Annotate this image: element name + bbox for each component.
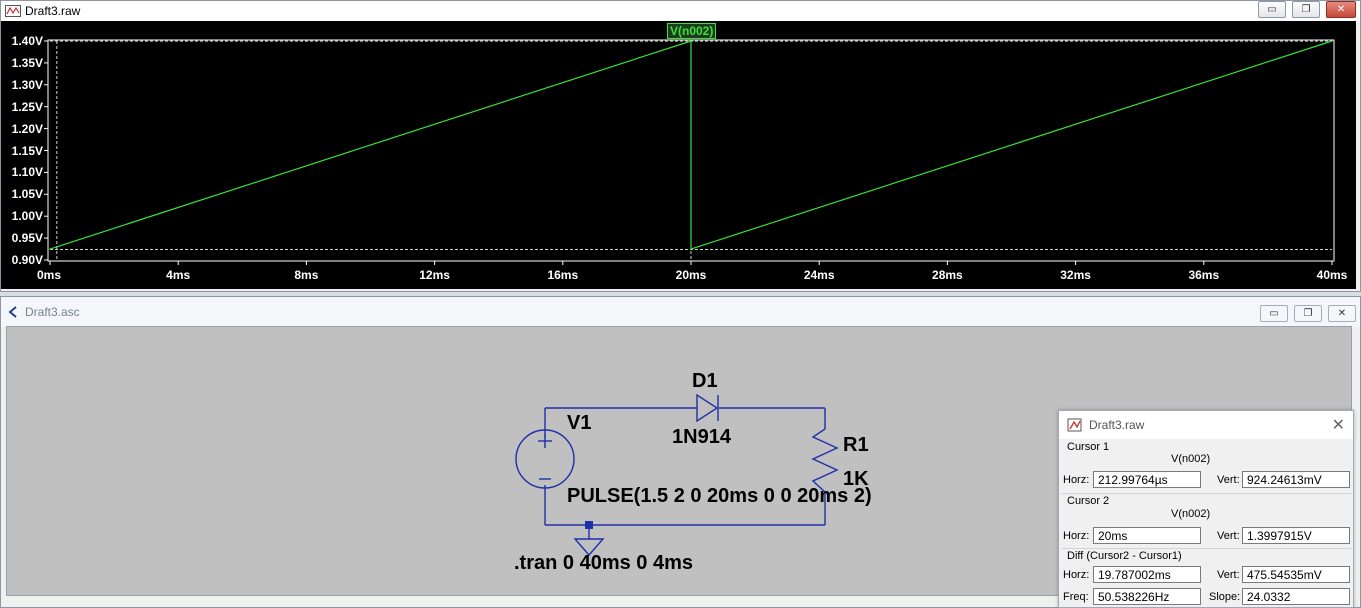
cursor1-vert-field[interactable]: 924.24613mV [1242, 471, 1350, 488]
y-tick-label: 0.90V [11, 253, 43, 267]
data-point [1331, 40, 1333, 42]
y-tick-label: 1.35V [11, 55, 43, 70]
cursor1-trace: V(n002) [1171, 453, 1211, 465]
y-tick-label: 1.10V [11, 165, 43, 180]
diff-slope-label: Slope: [1209, 591, 1241, 603]
d1-model-label[interactable]: 1N914 [672, 426, 731, 449]
x-tick-label: 8ms [294, 268, 319, 282]
tran-directive[interactable]: .tran 0 40ms 0 4ms [514, 552, 693, 575]
x-tick-label: 40ms [1316, 268, 1348, 282]
cursor1-horz-label: Horz: [1063, 474, 1090, 486]
diff-freq-field[interactable]: 50.538226Hz [1093, 588, 1201, 605]
node-dot [585, 521, 593, 529]
diode-icon [696, 393, 719, 423]
x-tick-label: 28ms [932, 268, 963, 282]
cursor2-vert-field[interactable]: 1.3997915V [1242, 527, 1350, 544]
y-tick-label: 0.95V [11, 231, 43, 246]
schematic-window-titlebar[interactable]: Draft3.asc ▭ ❐ ✕ [1, 297, 1360, 327]
cursor2-trace: V(n002) [1171, 508, 1211, 520]
diff-vert-field[interactable]: 475.54535mV [1242, 566, 1350, 583]
x-tick-label: 32ms [1060, 268, 1091, 282]
cursor2-vert-label: Vert: [1217, 530, 1240, 542]
minimize-button[interactable]: ▭ [1258, 1, 1286, 18]
cursor2-group-label: Cursor 2 [1067, 495, 1110, 507]
divider [1061, 548, 1351, 549]
x-tick-label: 4ms [166, 268, 191, 282]
x-tick-label: 20ms [675, 268, 707, 282]
resistor-icon [811, 428, 839, 493]
plot-window-title: Draft3.raw [25, 4, 81, 18]
v1-label[interactable]: V1 [567, 412, 591, 435]
y-tick-label: 1.00V [11, 209, 43, 224]
y-tick-label: 1.25V [11, 99, 43, 114]
y-tick-label: 1.40V [11, 34, 43, 48]
cursor1-group-label: Cursor 1 [1067, 441, 1110, 453]
pulse-spec-label[interactable]: PULSE(1.5 2 0 20ms 0 0 20ms 2) [567, 485, 872, 508]
y-tick-label: 1.30V [11, 77, 43, 92]
cursor-panel-icon [1067, 418, 1083, 432]
restore-button[interactable]: ❐ [1292, 1, 1320, 18]
cursor-panel-close-icon[interactable]: ✕ [1332, 415, 1345, 435]
cursor1-horz-field[interactable]: 212.99764µs [1093, 471, 1201, 488]
cursor-panel-titlebar[interactable]: Draft3.raw ✕ [1059, 411, 1353, 439]
r1-label[interactable]: R1 [843, 434, 869, 457]
x-tick-label: 36ms [1188, 268, 1220, 282]
x-tick-label: 12ms [419, 268, 450, 282]
plot-window-titlebar[interactable]: Draft3.raw ▭ ❐ ✕ [1, 1, 1360, 21]
cursor1-vert-label: Vert: [1217, 474, 1240, 486]
x-tick-label: 0ms [36, 268, 62, 282]
schematic-restore-button[interactable]: ❐ [1294, 305, 1322, 322]
y-tick-label: 1.20V [11, 121, 43, 136]
diff-horz-field[interactable]: 19.787002ms [1093, 566, 1201, 583]
plot-window: Draft3.raw ▭ ❐ ✕ V(n002) 1.40V 1.35V 1.30V… [0, 0, 1361, 292]
cursor2-horz-label: Horz: [1063, 530, 1090, 542]
y-tick-label: 1.05V [11, 187, 43, 202]
series-line-vn002 [49, 40, 1333, 250]
diff-vert-label: Vert: [1217, 569, 1240, 581]
diff-horz-label: Horz: [1063, 569, 1090, 581]
plot-area[interactable]: V(n002) 1.40V 1.35V 1.30V 1.25V 1.20V 1.15V 1.… [1, 21, 1356, 289]
schematic-close-button[interactable]: ✕ [1328, 305, 1356, 322]
trace-label[interactable]: V(n002) [667, 23, 717, 39]
d1-label[interactable]: D1 [692, 370, 718, 393]
schematic-minimize-button[interactable]: ▭ [1260, 305, 1288, 322]
x-tick-label: 24ms [803, 268, 835, 282]
schematic-window-title: Draft3.asc [25, 305, 80, 319]
y-tick-label: 1.15V [11, 143, 43, 158]
data-point [690, 40, 692, 42]
cursor2-horz-field[interactable]: 20ms [1093, 527, 1201, 544]
diff-slope-field[interactable]: 24.0332 [1242, 588, 1350, 605]
schematic-icon [5, 305, 21, 319]
divider [1061, 493, 1351, 494]
waveform-plot[interactable] [1, 21, 1356, 289]
x-tick-label: 16ms [547, 268, 579, 282]
cursor-panel-title: Draft3.raw [1089, 418, 1145, 432]
diff-group-label: Diff (Cursor2 - Cursor1) [1067, 550, 1182, 562]
cursor-panel: Draft3.raw ✕ Cursor 1 V(n002) Horz: 212.… [1058, 410, 1354, 608]
data-point [690, 248, 692, 250]
data-point [49, 248, 51, 250]
diff-freq-label: Freq: [1063, 591, 1089, 603]
waveform-icon [5, 4, 21, 18]
close-button[interactable]: ✕ [1326, 1, 1356, 18]
